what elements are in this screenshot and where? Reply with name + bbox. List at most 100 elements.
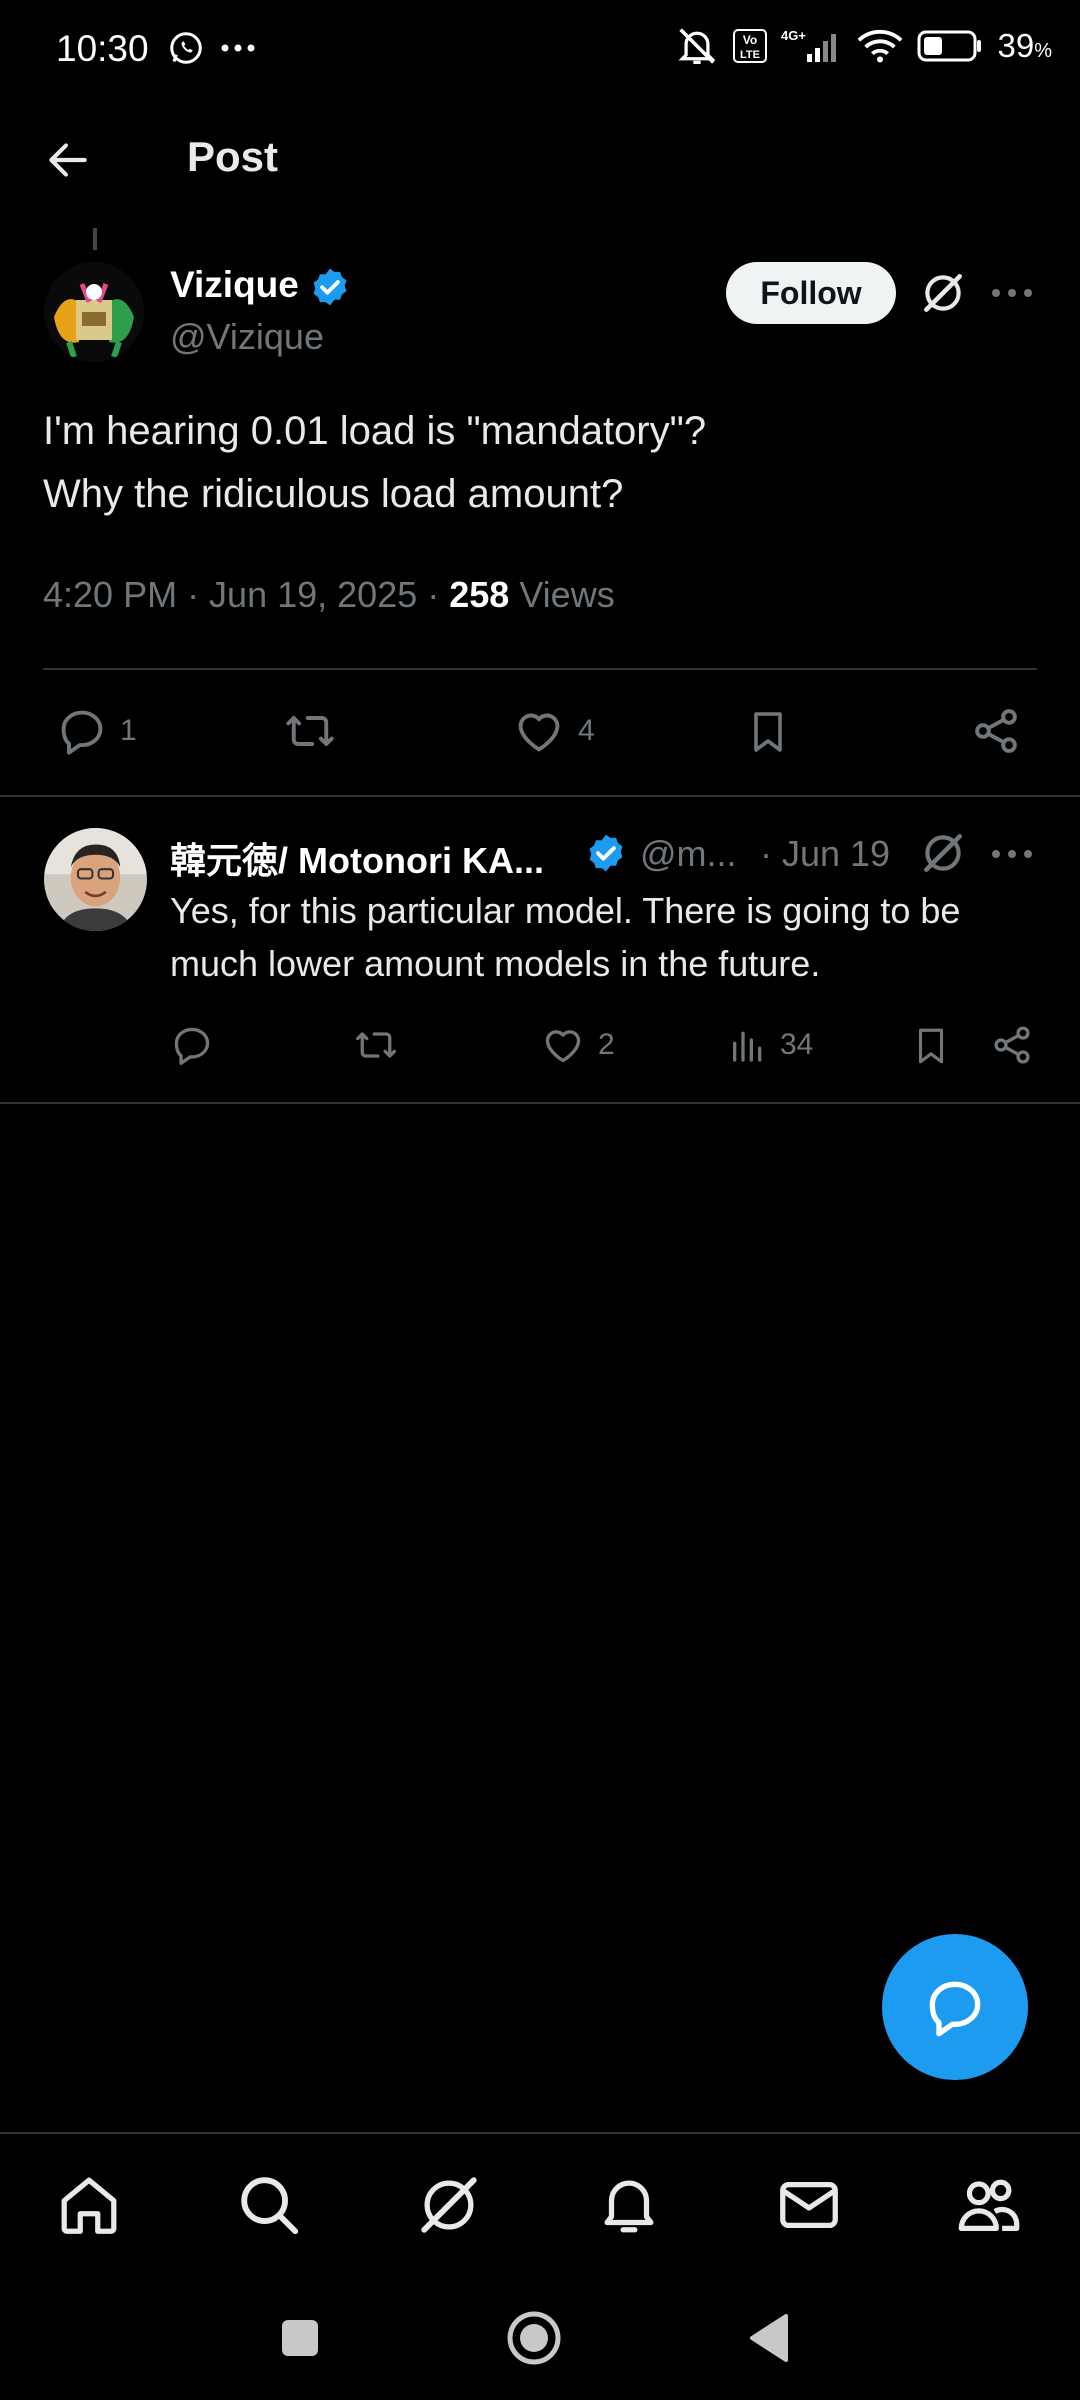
reply-author-name[interactable]: 韓元徳/ Motonori KA... <box>170 832 544 884</box>
bell-icon <box>604 2180 654 2233</box>
reply-date[interactable]: · Jun 19 <box>760 833 890 875</box>
heart-icon <box>518 713 560 752</box>
system-nav-bar <box>0 2272 1080 2400</box>
back-system-button[interactable] <box>746 2312 792 2364</box>
more-notifications-icon <box>220 42 256 54</box>
bookmark-icon <box>754 712 782 752</box>
repost-button[interactable] <box>282 705 338 757</box>
reply-button[interactable]: 1 <box>56 705 137 757</box>
svg-text:4G+: 4G+ <box>781 28 806 43</box>
mail-icon <box>780 2181 838 2229</box>
views-count: 258 <box>449 574 510 615</box>
triangle-back-icon <box>750 2314 788 2362</box>
nav-grok[interactable] <box>414 2170 484 2240</box>
battery-percent-unit: % <box>1034 40 1052 62</box>
status-left-icons <box>168 30 256 66</box>
nav-search[interactable] <box>234 2170 304 2240</box>
battery-percent-value: 39 <box>997 27 1035 64</box>
bookmark-icon <box>918 1028 944 1064</box>
reply-reply-button[interactable] <box>170 1023 214 1067</box>
reply-icon <box>174 1027 210 1065</box>
reply-author-handle[interactable]: @m... <box>640 833 737 875</box>
reply-icon <box>61 710 103 755</box>
communities-icon <box>958 2179 1020 2231</box>
wifi-icon <box>857 28 903 64</box>
square-icon <box>282 2320 318 2356</box>
like-button[interactable]: 4 <box>512 705 595 757</box>
verified-badge-icon <box>309 266 351 308</box>
reply-more-options-button[interactable] <box>990 836 1034 872</box>
avatar-image <box>44 262 144 362</box>
share-button[interactable] <box>970 705 1022 757</box>
grok-button[interactable] <box>918 268 968 318</box>
author-name-text: Vizique <box>170 264 299 305</box>
nav-notifications[interactable] <box>594 2170 664 2240</box>
like-count: 4 <box>578 714 595 747</box>
reply-bubble-icon <box>929 1981 981 2037</box>
post-meta: 4:20 PM · Jun 19, 2025 · 258 Views <box>43 574 615 616</box>
author-handle[interactable]: @Vizique <box>170 316 324 358</box>
compose-reply-fab[interactable] <box>882 1934 1028 2080</box>
circle-home-icon <box>507 2311 561 2365</box>
status-time: 10:30 <box>56 28 149 69</box>
search-icon <box>241 2177 299 2235</box>
back-arrow-icon <box>49 143 87 177</box>
author-name[interactable]: Vizique <box>170 264 351 308</box>
divider <box>0 1102 1080 1104</box>
reply-count: 1 <box>120 714 137 747</box>
reply-bookmark-button[interactable] <box>910 1023 952 1069</box>
divider <box>43 668 1037 670</box>
svg-text:LTE: LTE <box>741 49 761 61</box>
more-options-button[interactable] <box>990 275 1034 311</box>
more-dots-icon <box>992 289 1032 297</box>
verified-badge-icon <box>585 832 627 874</box>
more-dots-icon <box>992 850 1032 858</box>
view-count: 34 <box>780 1028 814 1061</box>
page-title: Post <box>187 133 279 180</box>
post-timestamp[interactable]: 4:20 PM · Jun 19, 2025 · <box>43 574 449 615</box>
repost-icon <box>286 716 334 746</box>
battery-icon <box>917 29 983 63</box>
divider <box>0 795 1080 797</box>
analytics-icon <box>733 1031 762 1062</box>
nav-home[interactable] <box>54 2170 124 2240</box>
heart-icon <box>545 1030 581 1063</box>
header: Post <box>0 100 1080 220</box>
author-avatar[interactable] <box>44 262 144 362</box>
reply-author-avatar[interactable] <box>44 828 147 931</box>
post-text: I'm hearing 0.01 load is "mandatory"? Wh… <box>43 409 707 516</box>
reply-repost-button[interactable] <box>352 1023 400 1067</box>
home-system-button[interactable] <box>506 2310 562 2366</box>
signal-4g-icon: 4G+ <box>781 28 843 64</box>
battery-percent: 39% <box>997 27 1052 65</box>
thread-line <box>93 228 97 250</box>
like-count: 2 <box>598 1028 615 1061</box>
svg-text:Vo: Vo <box>743 33 757 47</box>
share-icon <box>975 709 1017 753</box>
reply-grok-button[interactable] <box>918 828 968 878</box>
repost-icon <box>356 1032 396 1058</box>
nav-messages[interactable] <box>774 2170 844 2240</box>
status-right-icons: Vo LTE 4G+ 39% <box>675 26 1052 66</box>
whatsapp-icon <box>168 30 204 66</box>
reply-like-button[interactable]: 2 <box>540 1023 615 1067</box>
back-button[interactable] <box>40 135 96 185</box>
grok-icon <box>924 274 962 312</box>
home-icon <box>61 2177 117 2234</box>
reply-share-button[interactable] <box>990 1023 1034 1067</box>
reply-text: Yes, for this particular model. There is… <box>170 890 961 984</box>
recent-apps-button[interactable] <box>280 2318 320 2358</box>
views-label: Views <box>509 574 615 615</box>
grok-icon <box>924 834 962 872</box>
mute-bell-icon <box>675 26 719 66</box>
status-bar: 10:30 Vo LTE 4G+ 39% <box>0 0 1080 100</box>
nav-communities[interactable] <box>954 2170 1024 2240</box>
reply-views-button[interactable]: 34 <box>728 1023 813 1067</box>
follow-button[interactable]: Follow <box>726 262 896 324</box>
grok-icon <box>421 2177 477 2233</box>
avatar-image <box>44 828 147 931</box>
volte-icon: Vo LTE <box>733 29 768 63</box>
bookmark-button[interactable] <box>744 705 792 759</box>
bottom-nav <box>0 2132 1080 2274</box>
share-icon <box>994 1026 1030 1064</box>
